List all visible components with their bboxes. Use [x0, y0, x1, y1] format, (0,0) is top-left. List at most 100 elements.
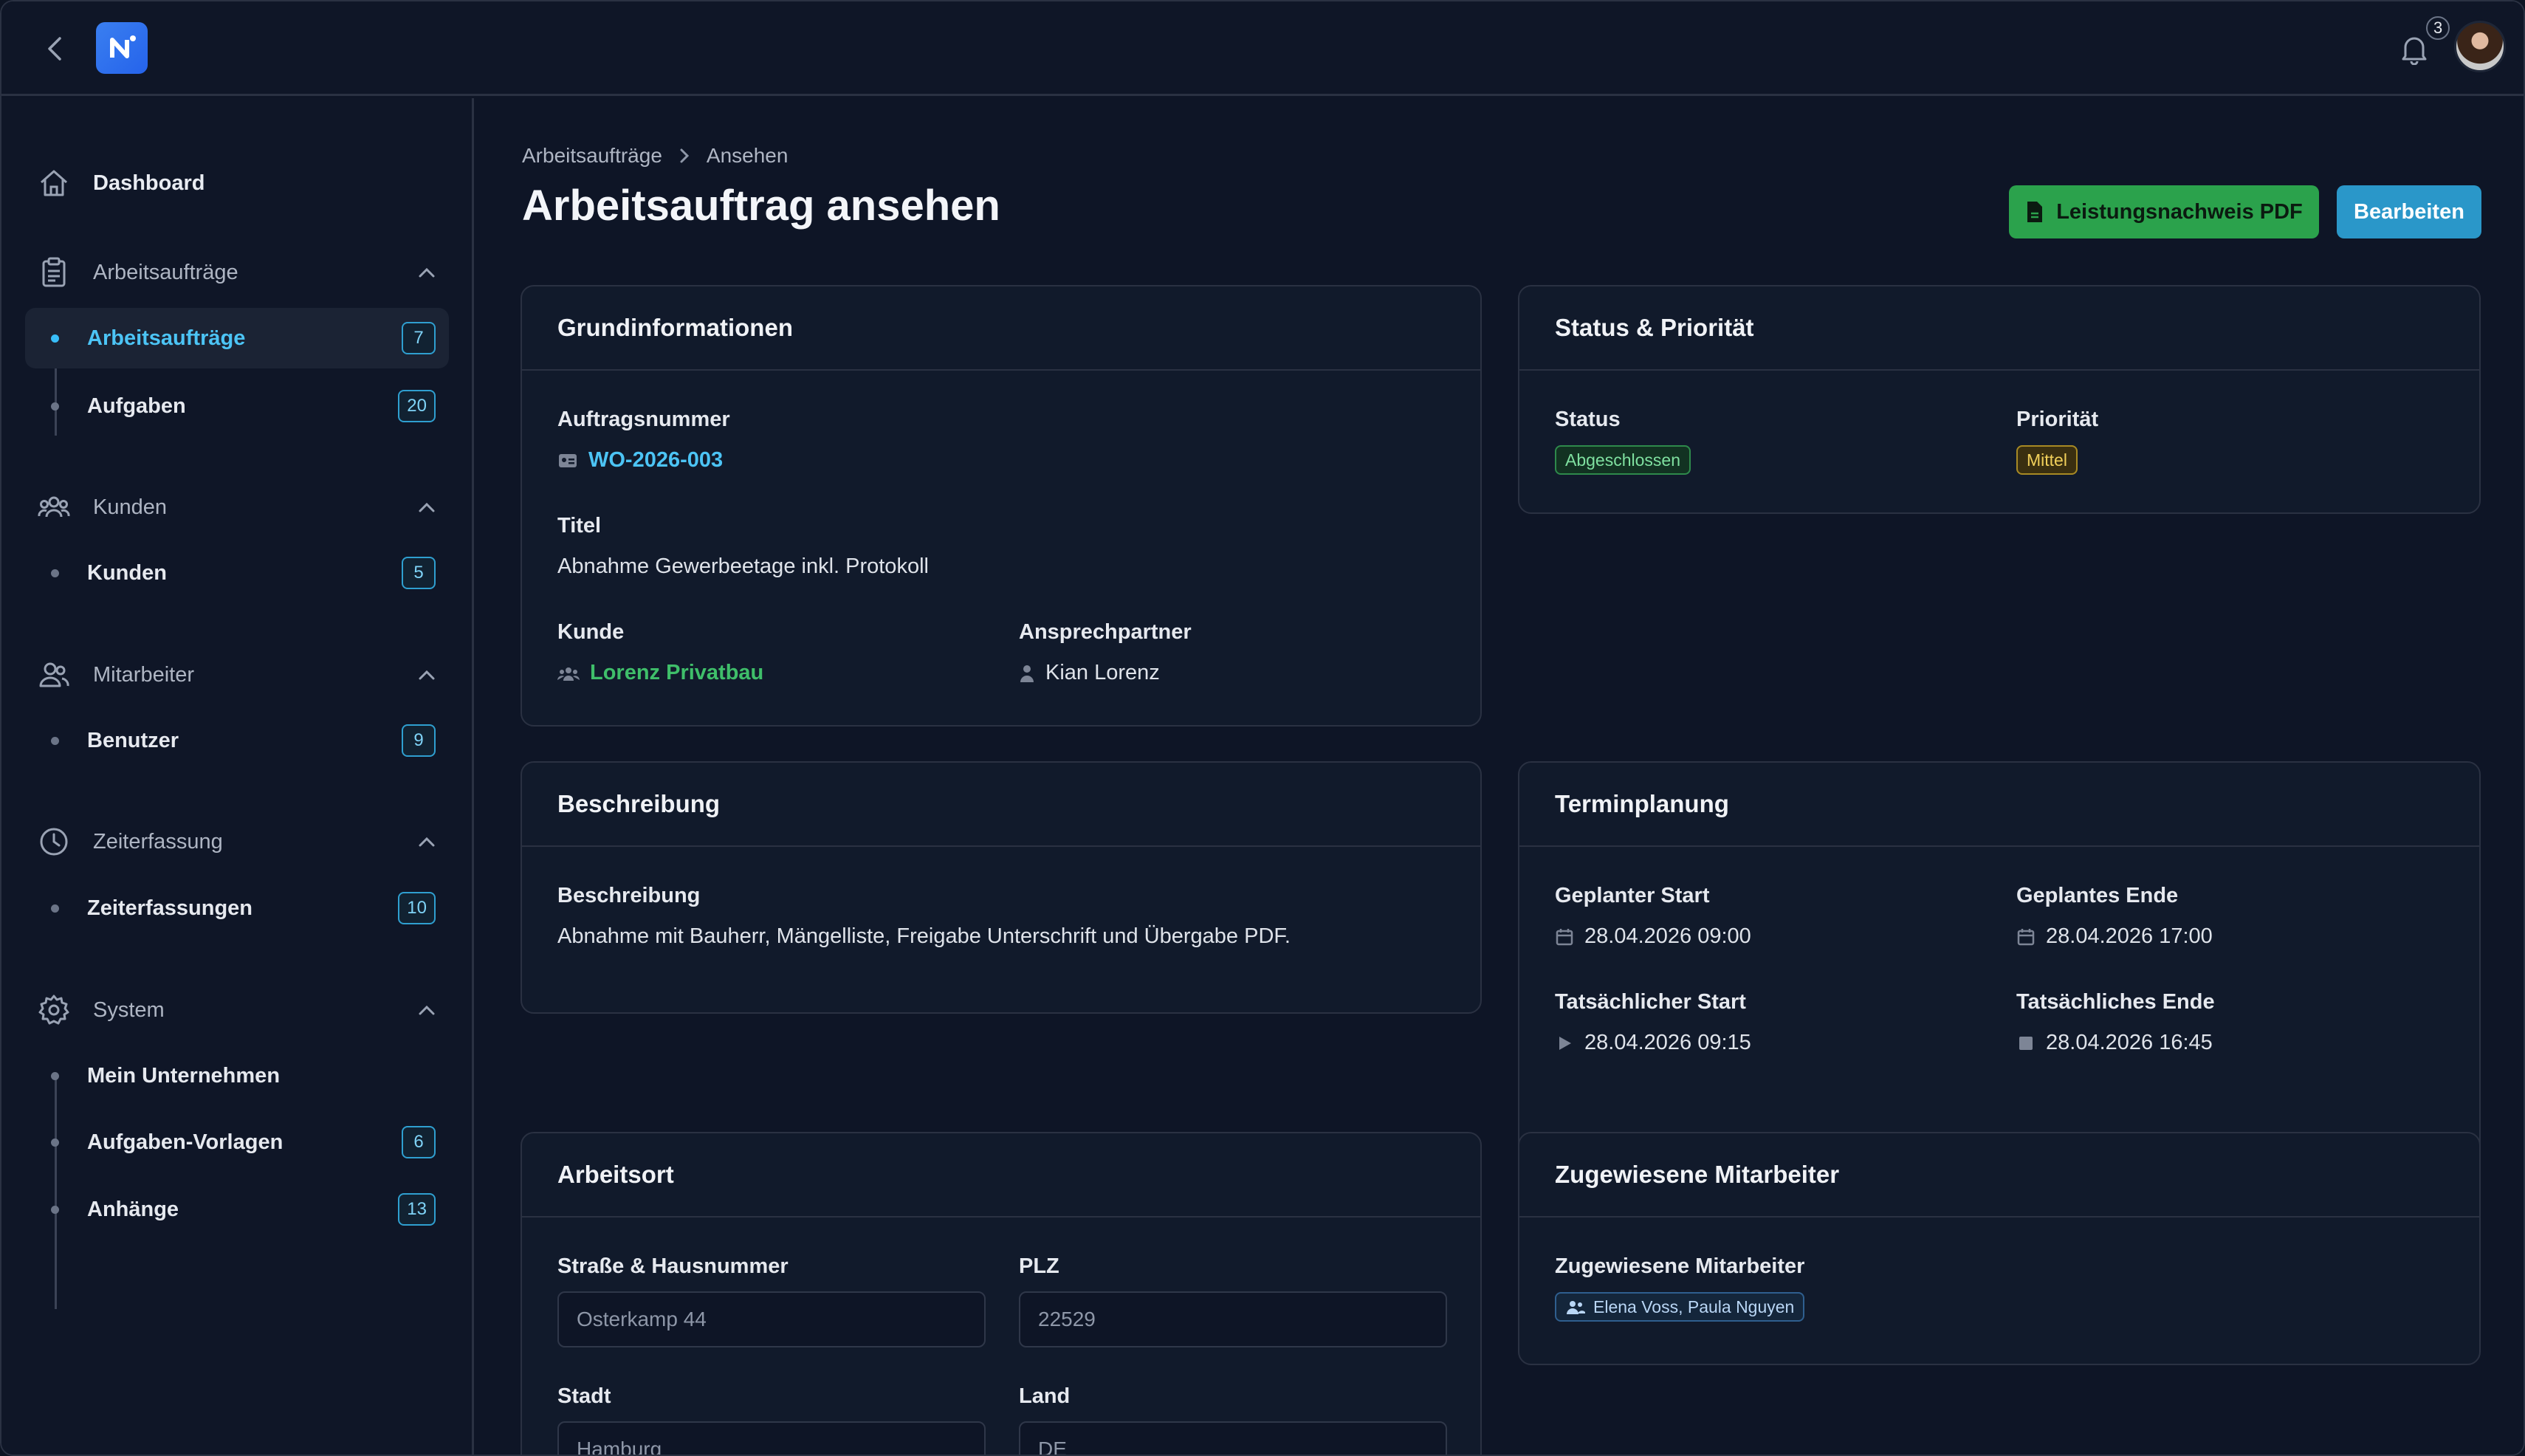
- planned-end-value: 28.04.2026 17:00: [2046, 924, 2213, 948]
- count-badge: 6: [402, 1126, 436, 1158]
- calendar-icon: [1556, 928, 1573, 945]
- sidebar-item-anhaenge[interactable]: Anhänge 13: [25, 1179, 449, 1240]
- field-label: Beschreibung: [557, 884, 701, 907]
- actual-end-value: 28.04.2026 16:45: [2046, 1031, 2213, 1054]
- actual-start-value: 28.04.2026 09:15: [1584, 1031, 1751, 1054]
- field-label: Priorität: [2016, 408, 2099, 431]
- card-title: Terminplanung: [1519, 763, 2479, 847]
- count-badge: 9: [402, 724, 436, 757]
- bell-icon: [2402, 37, 2427, 65]
- sidebar-item-label: Kunden: [87, 560, 167, 585]
- sidebar-group-system[interactable]: System: [37, 988, 450, 1032]
- sidebar-item-dashboard[interactable]: Dashboard: [37, 157, 205, 209]
- sidebar-item-kunden[interactable]: Kunden 5: [25, 543, 449, 603]
- count-badge: 5: [402, 557, 436, 589]
- count-badge: 13: [398, 1193, 436, 1226]
- field-zip-label: PLZ: [1019, 1254, 1059, 1279]
- home-icon: [41, 170, 67, 196]
- field-label: Auftragsnummer: [557, 408, 730, 431]
- sidebar-group-label: Zeiterfassung: [93, 829, 223, 854]
- edit-button[interactable]: Bearbeiten: [2337, 185, 2481, 238]
- pdf-button-label: Leistungsnachweis PDF: [2056, 199, 2303, 224]
- card-status-prioritaet: Status & Priorität Status Abgeschlossen …: [1518, 285, 2481, 514]
- field-label: Tatsächliches Ende: [2016, 990, 2215, 1014]
- users-group-icon: [38, 496, 70, 518]
- field-label: Stadt: [557, 1384, 611, 1408]
- sidebar-group-mitarbeiter[interactable]: Mitarbeiter: [37, 653, 450, 697]
- sidebar-group-zeiterfassung[interactable]: Zeiterfassung: [37, 820, 450, 864]
- sidebar-item-aufgaben[interactable]: Aufgaben 20: [25, 376, 449, 436]
- bullet-dot: [51, 569, 59, 577]
- field-label: Geplantes Ende: [2016, 884, 2179, 907]
- sidebar-item-label: Anhänge: [87, 1197, 179, 1221]
- app-logo[interactable]: [96, 22, 148, 74]
- sidebar-item-zeiterfassungen[interactable]: Zeiterfassungen 10: [25, 878, 449, 938]
- id-card-icon: [559, 453, 577, 467]
- sidebar-group-kunden[interactable]: Kunden: [37, 485, 450, 529]
- contact-value: Kian Lorenz: [1045, 661, 1160, 684]
- bullet-dot: [51, 1138, 59, 1147]
- sidebar-item-benutzer[interactable]: Benutzer 9: [25, 710, 449, 771]
- bullet-dot: [51, 1205, 59, 1214]
- field-country-label: Land: [1019, 1384, 1070, 1409]
- card-title: Status & Priorität: [1519, 286, 2479, 371]
- clock-icon: [40, 828, 68, 856]
- field-label: Zugewiesene Mitarbeiter: [1555, 1254, 1805, 1278]
- chevron-up-icon[interactable]: [413, 494, 440, 521]
- app-window: 3 Dashboard Arbeitsaufträge Arbeitsauftr…: [0, 0, 2525, 1456]
- sidebar-item-label: Aufgaben: [87, 394, 186, 418]
- back-button[interactable]: [34, 28, 75, 69]
- field-value: Abnahme mit Bauherr, Mängelliste, Freiga…: [557, 924, 1291, 948]
- sidebar-group-label: Mitarbeiter: [93, 662, 194, 687]
- card-title: Beschreibung: [522, 763, 1480, 847]
- zip-input[interactable]: 22529: [1019, 1291, 1447, 1347]
- sidebar: Dashboard Arbeitsaufträge Arbeitsaufträg…: [1, 98, 474, 1455]
- count-badge: 20: [398, 390, 436, 422]
- sidebar-group-label: Arbeitsaufträge: [93, 260, 238, 284]
- bullet-dot: [51, 402, 59, 411]
- chevron-up-icon[interactable]: [413, 662, 440, 688]
- active-dot: [51, 334, 59, 343]
- card-grundinformationen: Grundinformationen Auftragsnummer WO-202…: [521, 285, 1482, 727]
- bullet-dot: [51, 1071, 59, 1080]
- user-icon: [1020, 665, 1034, 682]
- customer-link[interactable]: Lorenz Privatbau: [590, 661, 763, 685]
- sidebar-group-arbeitsauftraege[interactable]: Arbeitsaufträge: [37, 250, 450, 295]
- sidebar-item-label: Mein Unternehmen: [87, 1063, 281, 1088]
- sidebar-item-arbeitsauftraege[interactable]: Arbeitsaufträge 7: [25, 308, 449, 368]
- sidebar-item-mein-unternehmen[interactable]: Mein Unternehmen: [25, 1045, 449, 1106]
- field-planned-start: Geplanter Start 28.04.2026 09:00: [1555, 884, 1751, 949]
- city-input[interactable]: Hamburg: [557, 1421, 986, 1455]
- card-zugewiesene-mitarbeiter: Zugewiesene Mitarbeiter Zugewiesene Mita…: [1518, 1132, 2481, 1365]
- field-order-number: Auftragsnummer WO-2026-003: [557, 408, 730, 473]
- user-avatar[interactable]: [2454, 21, 2506, 72]
- status-badge: Abgeschlossen: [1555, 445, 1691, 475]
- top-bar: 3: [1, 1, 2524, 96]
- priority-badge: Mittel: [2016, 445, 2078, 475]
- field-label: PLZ: [1019, 1254, 1059, 1278]
- breadcrumb-parent-link[interactable]: Arbeitsaufträge: [522, 144, 662, 168]
- bullet-dot: [51, 904, 59, 913]
- gear-icon: [38, 995, 69, 1025]
- pdf-button[interactable]: Leistungsnachweis PDF: [2009, 185, 2319, 238]
- sidebar-item-label: Zeiterfassungen: [87, 896, 252, 920]
- chevron-up-icon[interactable]: [413, 997, 440, 1023]
- field-label: Titel: [557, 514, 602, 538]
- country-input[interactable]: DE: [1019, 1421, 1447, 1455]
- card-terminplanung: Terminplanung Geplanter Start 28.04.2026…: [1518, 761, 2481, 1194]
- sidebar-group-label: Kunden: [93, 495, 167, 519]
- street-input[interactable]: Osterkamp 44: [557, 1291, 986, 1347]
- calendar-icon: [2017, 928, 2035, 945]
- assigned-staff-value: Elena Voss, Paula Nguyen: [1593, 1297, 1795, 1316]
- main-content: Arbeitsaufträge Ansehen Arbeitsauftrag a…: [476, 98, 2524, 1455]
- chevron-left-icon: [48, 37, 61, 61]
- order-number-link[interactable]: WO-2026-003: [588, 448, 723, 473]
- card-title: Grundinformationen: [522, 286, 1480, 371]
- breadcrumb-current: Ansehen: [706, 144, 789, 167]
- field-label: Kunde: [557, 620, 625, 644]
- chevron-up-icon[interactable]: [413, 828, 440, 855]
- chevron-up-icon[interactable]: [413, 259, 440, 286]
- sidebar-item-label: Benutzer: [87, 728, 179, 752]
- field-label: Ansprechpartner: [1019, 620, 1192, 644]
- sidebar-item-aufgaben-vorlagen[interactable]: Aufgaben-Vorlagen 6: [25, 1112, 449, 1172]
